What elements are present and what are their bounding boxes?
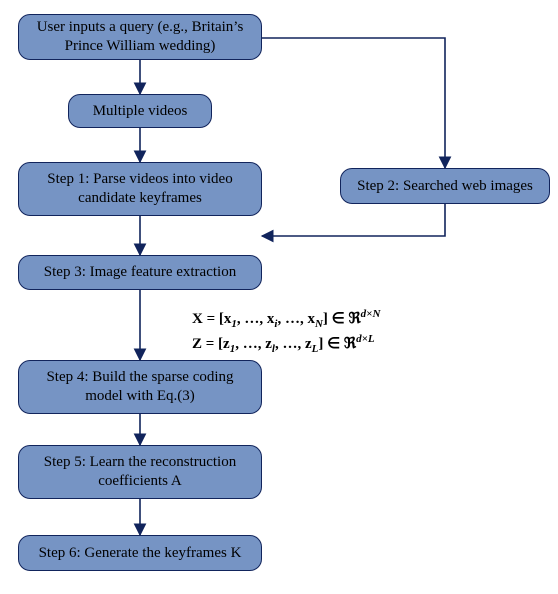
node-label: Step 2: Searched web images — [357, 177, 533, 196]
node-label: Multiple videos — [93, 102, 188, 121]
node-label: Step 4: Build the sparse coding model wi… — [29, 368, 251, 406]
node-step4: Step 4: Build the sparse coding model wi… — [18, 360, 262, 414]
node-step2: Step 2: Searched web images — [340, 168, 550, 204]
node-step6: Step 6: Generate the keyframes K — [18, 535, 262, 571]
equation-block: X = [x1, …, xi, …, xN] ∈ ℜd×N Z = [z1, …… — [192, 307, 380, 357]
eqn2: Z = [z1, …, zl, …, zL] ∈ ℜd×L — [192, 336, 375, 352]
node-label: Step 3: Image feature extraction — [44, 263, 236, 282]
node-step1: Step 1: Parse videos into video candidat… — [18, 162, 262, 216]
node-input: User inputs a query (e.g., Britain’s Pri… — [18, 14, 262, 60]
node-label: Step 1: Parse videos into video candidat… — [29, 170, 251, 208]
node-label: Step 5: Learn the reconstruction coeffic… — [29, 453, 251, 491]
node-step3: Step 3: Image feature extraction — [18, 255, 262, 290]
eqn1: X = [x1, …, xi, …, xN] ∈ ℜd×N — [192, 311, 380, 327]
node-label: Step 6: Generate the keyframes K — [39, 544, 242, 563]
flow-edges — [0, 0, 558, 594]
node-label: User inputs a query (e.g., Britain’s Pri… — [29, 18, 251, 56]
node-step5: Step 5: Learn the reconstruction coeffic… — [18, 445, 262, 499]
node-videos: Multiple videos — [68, 94, 212, 128]
